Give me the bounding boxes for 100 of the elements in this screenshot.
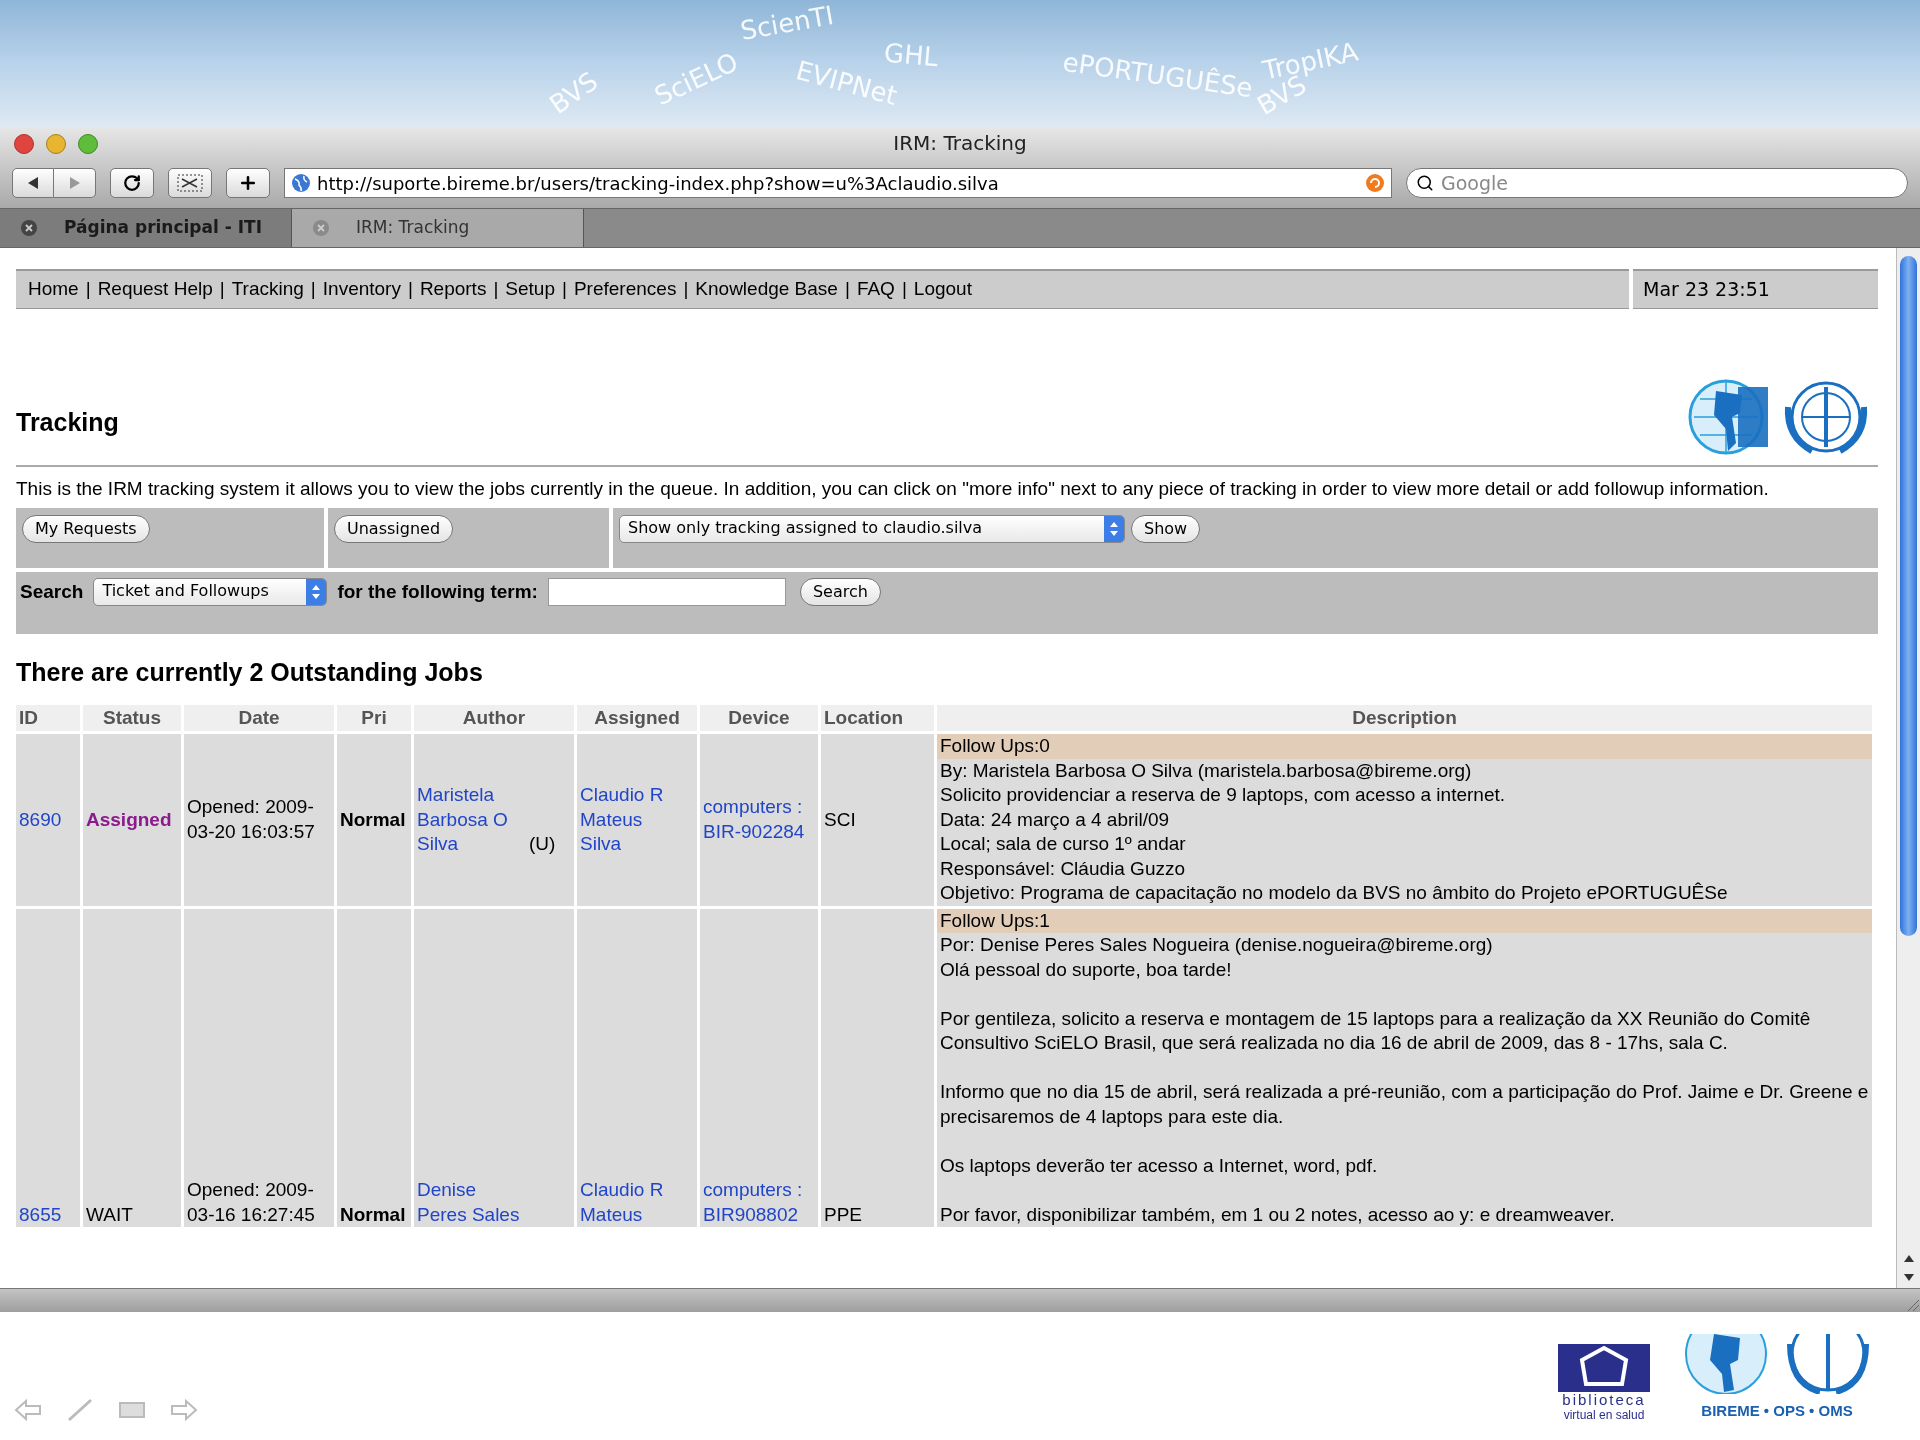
status-text: Assigned: [86, 808, 172, 830]
nav-separator: |: [844, 277, 850, 302]
column-header: Date: [184, 705, 334, 731]
search-label: Search: [20, 579, 84, 604]
location-cell: PPE: [821, 908, 934, 1227]
scope-select[interactable]: Ticket and Followups: [93, 577, 328, 606]
my-requests-button[interactable]: My Requests: [22, 514, 150, 543]
search-field[interactable]: Google: [1406, 168, 1908, 198]
banner-word: BVS: [544, 66, 604, 120]
vertical-scrollbar[interactable]: [1896, 248, 1920, 1288]
nav-link[interactable]: Tracking: [231, 277, 304, 302]
minimize-window-button[interactable]: [46, 134, 66, 154]
snippet-button[interactable]: [168, 168, 212, 198]
followups-header: Follow Ups:1: [937, 908, 1872, 933]
nav-link[interactable]: Reports: [419, 277, 487, 302]
nav-separator: |: [85, 277, 91, 302]
priority-cell: Normal: [337, 734, 411, 906]
term-input[interactable]: [547, 577, 786, 606]
plus-icon: [238, 173, 258, 193]
nav-link[interactable]: Logout: [913, 277, 972, 302]
status-text: WAIT: [86, 1203, 133, 1225]
description-text: Local; sala de curso 1º andar: [940, 832, 1187, 856]
zoom-window-button[interactable]: [78, 134, 98, 154]
nav-link[interactable]: Setup: [505, 277, 555, 302]
intro-text: This is the IRM tracking system it allows you to view the jobs currently in the queue. In addition, you can click on "more info" next to any piece of tracking in order to view more detail or add followup information.: [16, 477, 1770, 501]
library-caption: virtual en salud: [1563, 1408, 1645, 1422]
description-text: Informo que no dia 15 de abril, será realizada a pré-reunião, com a participação do Prof. Jaime e Dr. Greene e precisaremos de 4 laptops para este dia.: [940, 1080, 1869, 1129]
column-header: ID: [16, 705, 80, 731]
nav-link[interactable]: FAQ: [856, 277, 895, 302]
followups-header: Follow Ups:0: [937, 734, 1872, 759]
column-header: Device: [700, 705, 818, 731]
nav-separator: |: [493, 277, 499, 302]
nav-link[interactable]: Preferences: [573, 277, 677, 302]
address-field[interactable]: http://suporte.bireme.br/users/tracking-index.php?show=u%3Aclaudio.silva: [284, 168, 1392, 198]
stepper-icon: [1104, 515, 1124, 542]
back-arrow-icon: [26, 176, 40, 190]
show-button[interactable]: Show: [1131, 514, 1201, 543]
ticket-link[interactable]: 8690: [19, 808, 62, 830]
unassigned-button[interactable]: Unassigned: [334, 514, 454, 543]
browser-tab[interactable]: Página principal - ITI: [0, 209, 292, 247]
date-cell: Opened: 2009-03-20 16:03:57: [184, 734, 334, 906]
description-text: Objetivo: Programa de capacitação no modelo da BVS no âmbito do Projeto ePORTUGUÊSe: [940, 881, 1729, 905]
description-text: By: Maristela Barbosa O Silva (maristela.barbosa@bireme.org): [940, 758, 1473, 783]
column-header: Author: [414, 705, 574, 731]
description-text: Olá pessoal do suporte, boa tarde!: [940, 957, 1233, 982]
author-link[interactable]: Denise Peres Sales: [417, 1178, 529, 1227]
add-bookmark-button[interactable]: [226, 168, 270, 198]
column-header: Location: [821, 705, 934, 731]
nav-link[interactable]: Knowledge Base: [695, 277, 838, 302]
description-text: Data: 24 março a 4 abril/09: [940, 807, 1171, 832]
column-header: Status: [83, 705, 181, 731]
stepper-icon: [306, 578, 327, 605]
nav-separator: |: [901, 277, 907, 302]
reload-button[interactable]: [110, 168, 154, 198]
window-title: IRM: Tracking: [893, 130, 1027, 157]
refresh-badge-icon: [1365, 173, 1385, 193]
close-tab-icon[interactable]: [20, 219, 38, 237]
column-header: Description: [937, 705, 1872, 731]
column-header: Assigned: [577, 705, 697, 731]
description-text: Por gentileza, solicito a reserva e montagem de 15 laptops para a realização da XX Reunião do Comitê Consultivo SciELO Brasil, que será realizada no dia 16 de abril de 2009, das 8 - 17hs, sala C.: [940, 1006, 1812, 1055]
close-window-button[interactable]: [14, 134, 34, 154]
nav-link[interactable]: Request Help: [97, 277, 213, 302]
organizations-caption: BIREME • OPS • OMS: [1701, 1400, 1853, 1421]
nav-separator: |: [407, 277, 413, 302]
term-label: for the following term:: [337, 579, 538, 604]
globe-map-icon: [1686, 377, 1770, 457]
page-title: Tracking: [16, 409, 119, 435]
description-text: Por: Denise Peres Sales Nogueira (denise.nogueira@bireme.org): [940, 933, 1494, 957]
ticket-link[interactable]: 8655: [19, 1203, 62, 1225]
assignment-select[interactable]: Show only tracking assigned to claudio.silva: [619, 514, 1125, 543]
author-link[interactable]: Maristela Barbosa O Silva: [417, 783, 529, 857]
date-cell: Opened: 2009-03-16 16:27:45: [184, 908, 334, 1227]
library-logo-icon: [1556, 1344, 1652, 1392]
nav-link[interactable]: Inventory: [322, 277, 401, 302]
nav-separator: |: [683, 277, 689, 302]
forward-button[interactable]: [54, 168, 96, 198]
nav-separator: |: [310, 277, 316, 302]
scrollbar-thumb[interactable]: [1900, 256, 1917, 936]
nav-separator: |: [219, 277, 225, 302]
priority-cell: Normal: [337, 908, 411, 1227]
library-logo-text: biblioteca: [1562, 1392, 1646, 1408]
banner-word: ScienTI: [738, 0, 836, 46]
nav-separator: |: [562, 277, 567, 302]
location-cell: SCI: [821, 734, 934, 906]
description-text: Por favor, disponibilizar também, em 1 ou 2 notes, acesso ao y: e dreamweaver.: [940, 1202, 1616, 1227]
globe-icon: [291, 173, 311, 193]
description-text: Responsável: Cláudia Guzzo: [940, 856, 1187, 881]
browser-tab[interactable]: IRM: Tracking: [292, 209, 584, 247]
reload-icon: [123, 174, 141, 192]
clock-panel: Mar 23 23:51: [1633, 269, 1878, 309]
device-link[interactable]: computers : BIR908802: [703, 1178, 815, 1227]
description-text: Solicito providenciar a reserva de 9 laptops, com acesso a internet.: [940, 783, 1507, 807]
assignee-link[interactable]: Claudio R Mateus: [580, 1178, 676, 1227]
search-icon: [1416, 174, 1434, 192]
nav-link[interactable]: Home: [28, 277, 79, 302]
banner-word: ePORTUGUÊSe: [1060, 46, 1255, 104]
description-text: Os laptops deverão ter acesso a Internet, word, pdf.: [940, 1153, 1379, 1178]
author-suffix: (U): [529, 833, 556, 854]
back-button[interactable]: [12, 168, 54, 198]
search-button[interactable]: Search: [799, 577, 881, 606]
